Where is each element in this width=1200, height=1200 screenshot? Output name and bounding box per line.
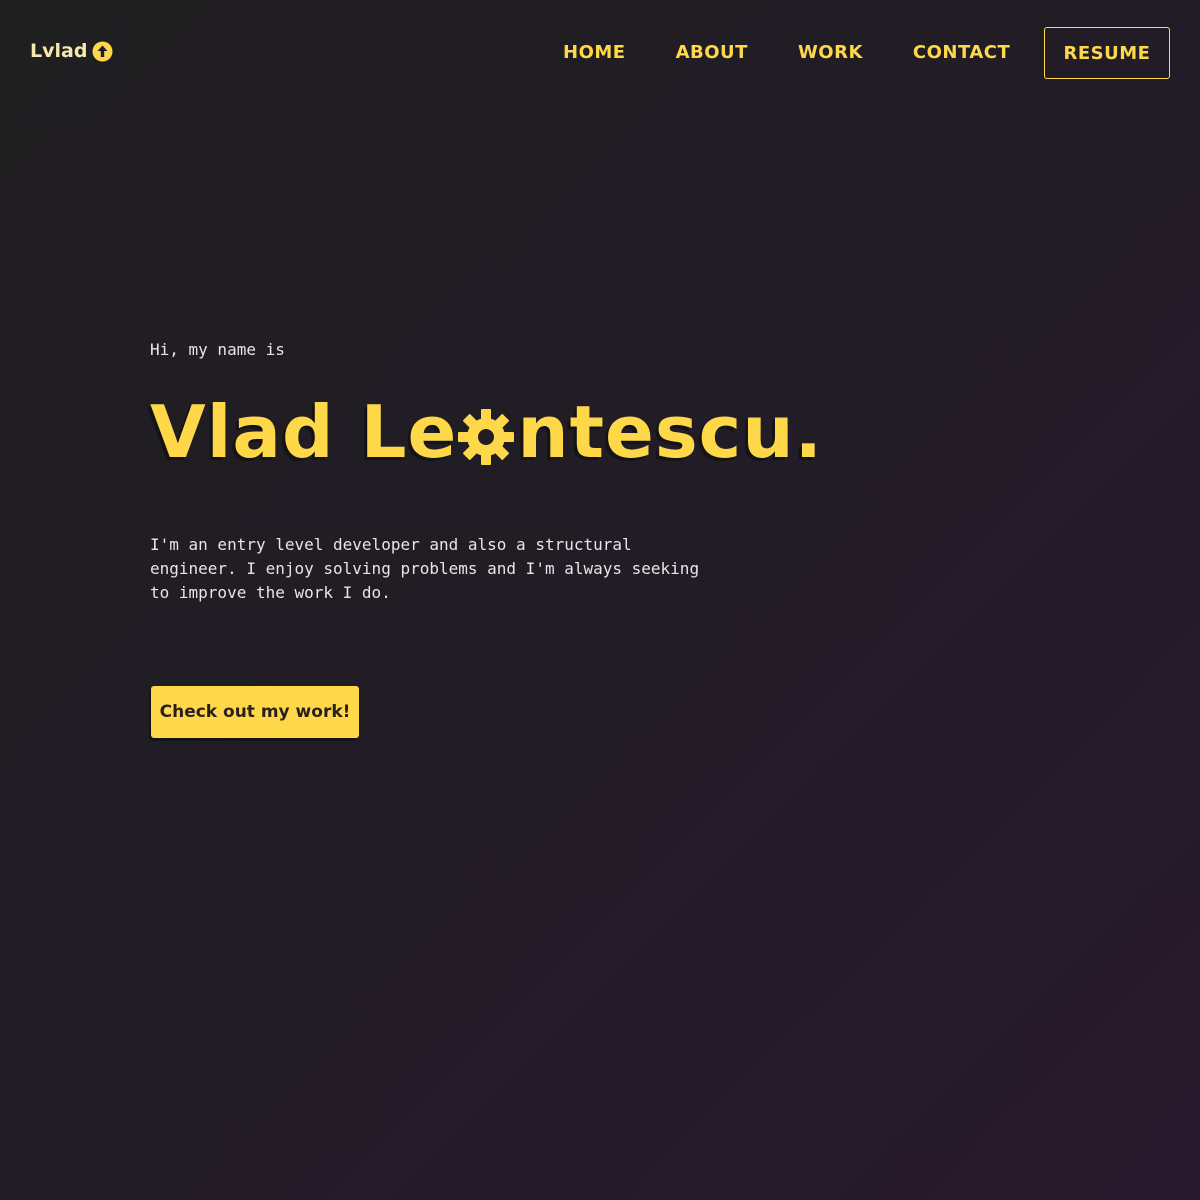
logo-text: Lvlad xyxy=(30,40,88,62)
page-title: Vlad Le ntescu. xyxy=(150,392,823,472)
bio-text: I'm an entry level developer and also a … xyxy=(150,535,700,602)
arrow-up-circle-icon xyxy=(92,41,113,62)
logo-link[interactable]: Lvlad xyxy=(30,40,113,62)
nav-about-link[interactable]: ABOUT xyxy=(676,40,748,66)
greeting-text: Hi, my name is xyxy=(150,340,285,359)
nav-links: HOME ABOUT WORK CONTACT xyxy=(563,40,1010,66)
nav-contact-link[interactable]: CONTACT xyxy=(913,40,1010,66)
nav-home-link[interactable]: HOME xyxy=(563,40,626,66)
gear-icon xyxy=(455,401,517,465)
resume-button[interactable]: RESUME xyxy=(1044,27,1170,79)
navbar: Lvlad HOME ABOUT WORK CONTACT RESUME xyxy=(0,0,1200,106)
name-part-one: Vlad Le xyxy=(150,390,458,474)
nav-work-link[interactable]: WORK xyxy=(798,40,863,66)
name-part-two: ntescu. xyxy=(517,390,823,474)
check-out-work-button[interactable]: Check out my work! xyxy=(151,686,359,738)
